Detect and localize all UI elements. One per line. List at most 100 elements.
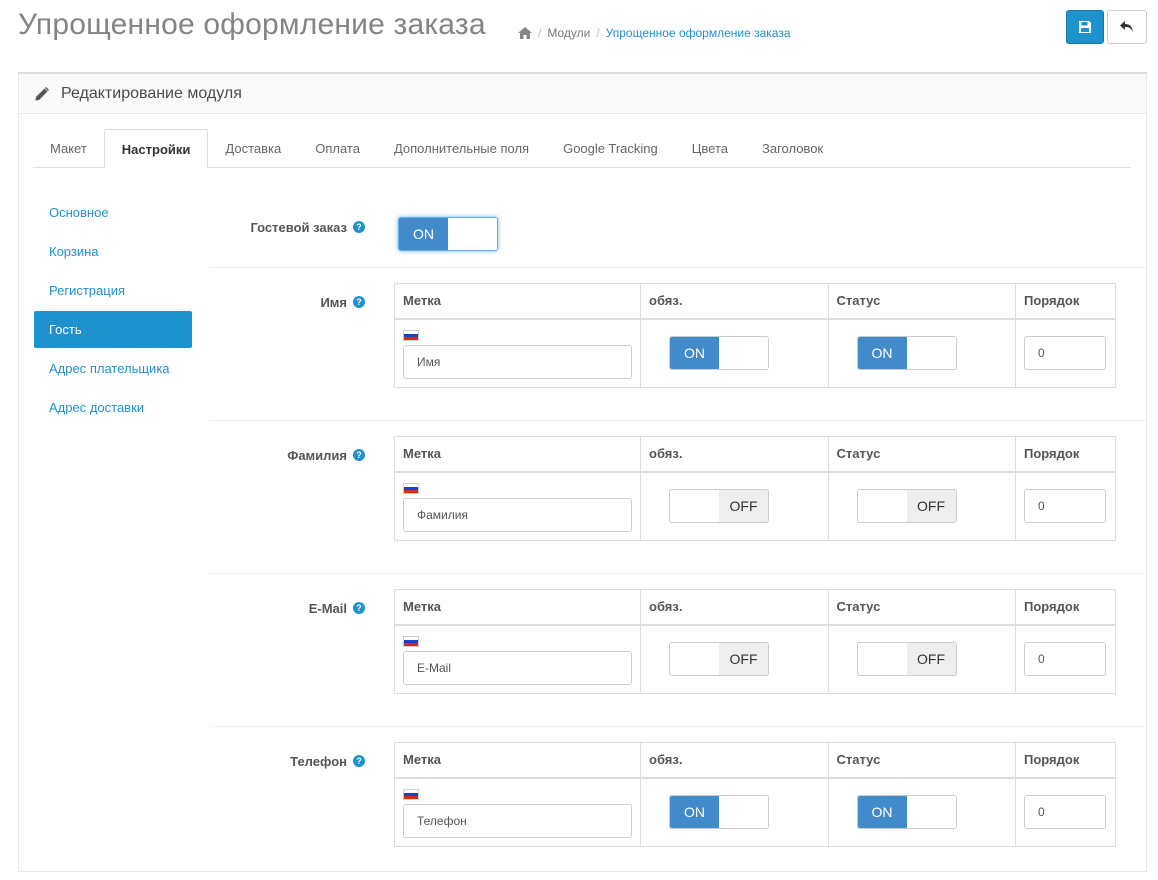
column-header-label: Метка [394, 589, 641, 626]
order-cell: 0 [1015, 471, 1116, 541]
column-header-status: Статус [827, 283, 1016, 320]
required-toggle[interactable]: ON [669, 795, 769, 830]
toggle-handle [857, 490, 907, 523]
toggle-off-label: OFF [906, 643, 956, 676]
column-header-status: Статус [827, 742, 1016, 779]
save-button[interactable] [1066, 10, 1104, 44]
tab-google-tracking[interactable]: Google Tracking [546, 129, 675, 168]
column-header-order: Порядок [1015, 742, 1116, 779]
required-cell: ON [640, 777, 829, 847]
help-icon[interactable]: ? [353, 296, 365, 308]
help-icon[interactable]: ? [353, 602, 365, 614]
field-section-last-name: Фамилия ? Метка обяз. Статус Порядок Фам… [209, 421, 1147, 574]
order-input[interactable]: 0 [1024, 336, 1106, 371]
column-header-required: обяз. [640, 283, 829, 320]
label-cell: E-Mail [394, 624, 641, 694]
toggle-handle [670, 490, 719, 523]
label-input[interactable]: E-Mail [403, 650, 632, 685]
toggle-handle [719, 337, 768, 370]
sidebar-item-shipping-address[interactable]: Адрес доставки [34, 389, 192, 426]
field-section-phone: Телефон ? Метка обяз. Статус Порядок Тел… [209, 727, 1147, 880]
module-edit-panel: Редактирование модуля Макет Настройки До… [18, 72, 1147, 872]
column-header-required: обяз. [640, 436, 829, 473]
required-toggle[interactable]: OFF [669, 489, 769, 524]
tab-heading[interactable]: Заголовок [745, 129, 840, 168]
toggle-on-label: ON [670, 796, 719, 829]
order-input[interactable]: 0 [1024, 489, 1106, 524]
breadcrumb-modules[interactable]: Модули [547, 26, 590, 40]
field-label: E-Mail ? [209, 600, 365, 616]
tab-extra-fields[interactable]: Дополнительные поля [377, 129, 546, 168]
toggle-off-label: OFF [719, 643, 768, 676]
field-label-text: Фамилия [287, 447, 347, 463]
toggle-on-label: ON [857, 796, 907, 829]
column-header-label: Метка [394, 742, 641, 779]
sidebar-item-registration[interactable]: Регистрация [34, 272, 192, 309]
field-label: Фамилия ? [209, 447, 365, 463]
order-input[interactable]: 0 [1024, 795, 1106, 830]
guest-order-row: Гостевой заказ ? ON [209, 210, 1147, 268]
guest-order-label-text: Гостевой заказ [250, 219, 347, 235]
pencil-icon [35, 86, 49, 100]
breadcrumb-separator: / [538, 26, 542, 40]
required-toggle[interactable]: OFF [669, 642, 769, 677]
toggle-handle [906, 796, 956, 829]
breadcrumb-separator: / [596, 26, 600, 40]
russian-flag-icon [403, 329, 419, 341]
field-table: Метка обяз. Статус Порядок Имя ON ON 0 [394, 283, 1116, 388]
status-cell: ON [827, 318, 1016, 388]
toggle-handle [857, 643, 907, 676]
order-cell: 0 [1015, 777, 1116, 847]
breadcrumb-current[interactable]: Упрощенное оформление заказа [606, 26, 791, 40]
label-input[interactable]: Имя [403, 344, 632, 379]
status-toggle[interactable]: ON [856, 336, 957, 371]
back-button[interactable] [1107, 10, 1147, 44]
guest-order-label: Гостевой заказ ? [209, 219, 365, 235]
field-section-email: E-Mail ? Метка обяз. Статус Порядок E-Ma… [209, 574, 1147, 727]
field-table: Метка обяз. Статус Порядок Фамилия OFF O… [394, 436, 1116, 541]
order-cell: 0 [1015, 624, 1116, 694]
status-toggle[interactable]: OFF [856, 642, 957, 677]
home-icon[interactable] [518, 27, 532, 39]
status-toggle[interactable]: ON [856, 795, 957, 830]
status-cell: OFF [827, 471, 1016, 541]
toggle-on-label: ON [399, 218, 448, 250]
label-cell: Фамилия [394, 471, 641, 541]
tab-layout[interactable]: Макет [33, 129, 104, 168]
required-toggle[interactable]: ON [669, 336, 769, 371]
order-input[interactable]: 0 [1024, 642, 1106, 677]
help-icon[interactable]: ? [353, 755, 365, 767]
column-header-label: Метка [394, 283, 641, 320]
help-icon[interactable]: ? [353, 221, 365, 233]
field-label-text: E-Mail [308, 600, 347, 616]
toggle-off-label: OFF [719, 490, 768, 523]
column-header-status: Статус [827, 589, 1016, 626]
required-cell: OFF [640, 624, 829, 694]
help-icon[interactable]: ? [353, 449, 365, 461]
field-label-text: Телефон [290, 753, 347, 769]
sidebar-item-basic[interactable]: Основное [34, 194, 192, 231]
required-cell: OFF [640, 471, 829, 541]
sidebar-item-payment-address[interactable]: Адрес плательщика [34, 350, 192, 387]
field-label-text: Имя [320, 294, 347, 310]
tab-settings[interactable]: Настройки [103, 129, 209, 169]
label-cell: Телефон [394, 777, 641, 847]
toggle-off-label: OFF [906, 490, 956, 523]
tab-colors[interactable]: Цвета [675, 129, 745, 168]
save-icon [1079, 21, 1091, 33]
reply-icon [1120, 21, 1133, 32]
guest-order-toggle[interactable]: ON [398, 217, 498, 251]
sidebar-item-guest[interactable]: Гость [34, 311, 192, 348]
status-toggle[interactable]: OFF [856, 489, 957, 524]
tab-shipping[interactable]: Доставка [208, 129, 298, 168]
required-cell: ON [640, 318, 829, 388]
label-input[interactable]: Телефон [403, 803, 632, 838]
sidebar-item-cart[interactable]: Корзина [34, 233, 192, 270]
tab-payment[interactable]: Оплата [298, 129, 377, 168]
label-input[interactable]: Фамилия [403, 497, 632, 532]
column-header-required: обяз. [640, 589, 829, 626]
russian-flag-icon [403, 482, 419, 494]
field-section-first-name: Имя ? Метка обяз. Статус Порядок Имя ON [209, 268, 1147, 421]
russian-flag-icon [403, 788, 419, 800]
field-table: Метка обяз. Статус Порядок E-Mail OFF OF… [394, 589, 1116, 694]
